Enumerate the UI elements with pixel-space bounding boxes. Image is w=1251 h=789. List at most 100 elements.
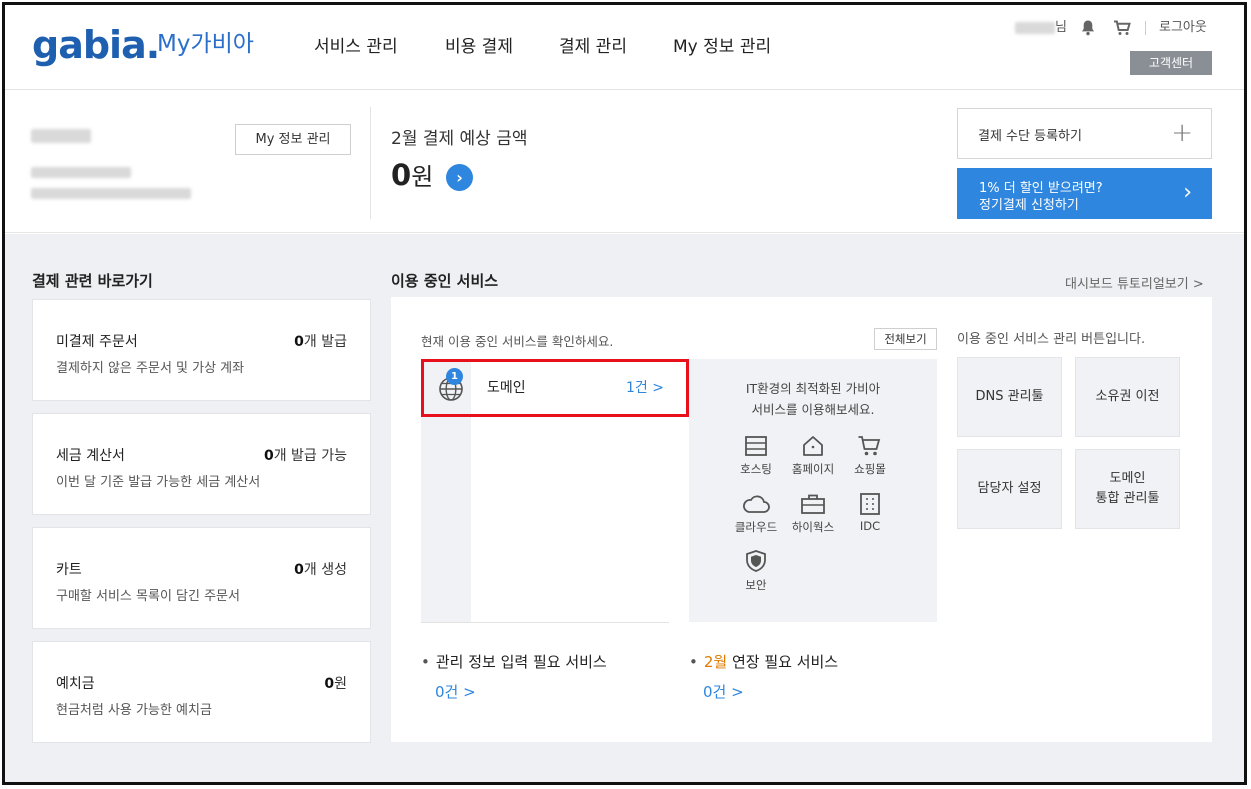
service-name: 도메인 (487, 380, 526, 396)
card-value-number: 0 (263, 448, 274, 464)
recommend-label: 보안 (745, 578, 767, 592)
register-payment-button[interactable]: 결제 수단 등록하기 + (957, 108, 1212, 159)
discount-line2: 정기결제 신청하기 (979, 198, 1079, 213)
gabia-logo[interactable]: gabia. (32, 25, 160, 65)
billing-amount-value: 0 (391, 158, 412, 192)
renewal-count-link[interactable]: 0건 > (703, 681, 744, 702)
bullet-dot: • (421, 653, 430, 671)
recommend-label: 하이웍스 (791, 520, 835, 534)
contact-setting-button[interactable]: 담당자 설정 (957, 449, 1062, 529)
my-gabia-title[interactable]: My가비아 (157, 29, 254, 59)
billing-label: 2월 결제 예상 금액 (391, 129, 528, 149)
info-required-count-link[interactable]: 0건 > (435, 681, 476, 702)
nav-service-management[interactable]: 서비스 관리 (314, 36, 398, 58)
info-required-label: 관리 정보 입력 필요 서비스 (435, 653, 607, 671)
recommend-line2: 서비스를 이용해보세요. (751, 402, 875, 417)
shortcuts-title: 결제 관련 바로가기 (32, 272, 153, 290)
recommend-label: 호스팅 (740, 462, 772, 476)
profile-id-redacted (31, 167, 131, 178)
profile-email-redacted (31, 188, 191, 199)
cart-icon[interactable] (1113, 20, 1131, 36)
recommend-services: IT환경의 최적화된 가비아 서비스를 이용해보세요. 호스팅 홈페이지 쇼핑몰… (689, 359, 937, 622)
card-value: 0개 발급 가능 (264, 445, 347, 465)
bullet-dot: • (689, 653, 698, 671)
card-desc: 현금처럼 사용 가능한 예치금 (56, 703, 212, 718)
bell-icon[interactable] (1080, 19, 1096, 37)
renewal-month: 2월 (703, 653, 728, 671)
renewal-label: 연장 필요 서비스 (727, 653, 839, 671)
card-desc: 이번 달 기준 발급 가능한 세금 계산서 (56, 475, 261, 490)
recommend-cloud[interactable]: 클라우드 (726, 493, 786, 535)
service-item-domain[interactable]: 1 도메인 1건 > (421, 359, 689, 417)
recommend-shopping-mall[interactable]: 쇼핑몰 (840, 435, 900, 477)
nav-my-info[interactable]: My 정보 관리 (673, 36, 771, 58)
domain-integrated-tool-button[interactable]: 도메인 통합 관리툴 (1075, 449, 1180, 529)
summary-area: My 정보 관리 2월 결제 예상 금액 0원 › 결제 수단 등록하기 + 1… (5, 91, 1244, 233)
shortcut-card-deposit[interactable]: 예치금 0원 현금처럼 사용 가능한 예치금 (32, 641, 371, 743)
chevron-right-icon: › (1183, 180, 1192, 205)
services-title: 이용 중인 서비스 (391, 272, 499, 290)
recommend-label: IDC (859, 519, 881, 533)
card-title: 카트 (56, 562, 82, 578)
recommend-idc[interactable]: IDC (840, 493, 900, 533)
card-value-number: 0 (294, 334, 304, 350)
hiworks-icon (801, 494, 825, 514)
summary-divider (370, 107, 371, 219)
shortcut-card-cart[interactable]: 카트 0개 생성 구매할 서비스 목록이 담긴 주문서 (32, 527, 371, 629)
page-frame: gabia. My가비아 서비스 관리 비용 결제 결제 관리 My 정보 관리… (2, 2, 1247, 785)
customer-center-button[interactable]: 고객센터 (1130, 51, 1212, 75)
card-value-suffix: 개 발급 가능 (273, 448, 347, 464)
my-info-button[interactable]: My 정보 관리 (235, 124, 351, 155)
billing-detail-arrow-icon[interactable]: › (446, 164, 473, 191)
ownership-transfer-button[interactable]: 소유권 이전 (1075, 357, 1180, 437)
service-list-bottom-line (421, 622, 669, 623)
recommend-label: 홈페이지 (791, 462, 835, 476)
top-header: gabia. My가비아 서비스 관리 비용 결제 결제 관리 My 정보 관리… (5, 5, 1244, 90)
card-desc: 구매할 서비스 목록이 담긴 주문서 (56, 589, 240, 604)
recommend-label: 클라우드 (734, 520, 778, 534)
recommend-security[interactable]: 보안 (726, 549, 786, 593)
cloud-icon (743, 495, 770, 513)
services-desc: 현재 이용 중인 서비스를 확인하세요. (421, 334, 614, 349)
card-value-suffix: 원 (334, 676, 347, 692)
card-value: 0원 (324, 673, 347, 693)
info-required-section: • 관리 정보 입력 필요 서비스 (421, 651, 607, 672)
security-icon (746, 550, 766, 572)
dashboard-tutorial-link[interactable]: 대시보드 튜토리얼보기 > (1065, 273, 1204, 292)
recommend-hiworks[interactable]: 하이웍스 (783, 493, 843, 535)
homepage-icon (803, 436, 823, 456)
recommend-hosting[interactable]: 호스팅 (726, 435, 786, 477)
idc-icon (860, 493, 880, 515)
billing-amount: 0원 (391, 157, 433, 192)
nav-payment[interactable]: 비용 결제 (445, 36, 513, 58)
nav-payment-management[interactable]: 결제 관리 (559, 36, 627, 58)
recommend-label: 쇼핑몰 (854, 462, 886, 476)
dashboard-body: 결제 관련 바로가기 미결제 주문서 0개 발급 결제하지 않은 주문서 및 가… (5, 234, 1244, 782)
regular-payment-button[interactable]: 1% 더 할인 받으려면? 정기결제 신청하기 › (957, 168, 1212, 219)
register-payment-label: 결제 수단 등록하기 (978, 129, 1082, 144)
recommend-line1: IT환경의 최적화된 가비아 (745, 381, 881, 396)
profile-name-redacted (31, 129, 91, 143)
user-greeting: 님 (1015, 19, 1067, 37)
card-title: 세금 계산서 (56, 448, 125, 464)
shortcut-card-unpaid[interactable]: 미결제 주문서 0개 발급 결제하지 않은 주문서 및 가상 계좌 (32, 299, 371, 401)
service-count-link[interactable]: 1건 > (626, 377, 664, 397)
renewal-section: • 2월 연장 필요 서비스 (689, 651, 838, 672)
view-all-button[interactable]: 전체보기 (874, 328, 937, 350)
card-value: 0개 발급 (294, 331, 347, 351)
user-suffix: 님 (1055, 20, 1067, 35)
dns-tool-button[interactable]: DNS 관리툴 (957, 357, 1062, 437)
card-title: 예치금 (56, 676, 95, 692)
services-panel: 현재 이용 중인 서비스를 확인하세요. 전체보기 1 도메인 1건 > IT환… (391, 297, 1212, 742)
card-title: 미결제 주문서 (56, 334, 138, 350)
card-value: 0개 생성 (294, 559, 347, 579)
recommend-homepage[interactable]: 홈페이지 (783, 435, 843, 477)
management-desc: 이용 중인 서비스 관리 버튼입니다. (957, 332, 1146, 347)
logout-link[interactable]: 로그아웃 (1159, 19, 1207, 37)
card-desc: 결제하지 않은 주문서 및 가상 계좌 (56, 361, 245, 376)
shortcut-card-tax-invoice[interactable]: 세금 계산서 0개 발급 가능 이번 달 기준 발급 가능한 세금 계산서 (32, 413, 371, 515)
card-value-number: 0 (324, 676, 335, 692)
plus-icon: + (1171, 118, 1193, 148)
card-value-suffix: 개 생성 (303, 562, 347, 578)
util-divider (1145, 21, 1146, 35)
